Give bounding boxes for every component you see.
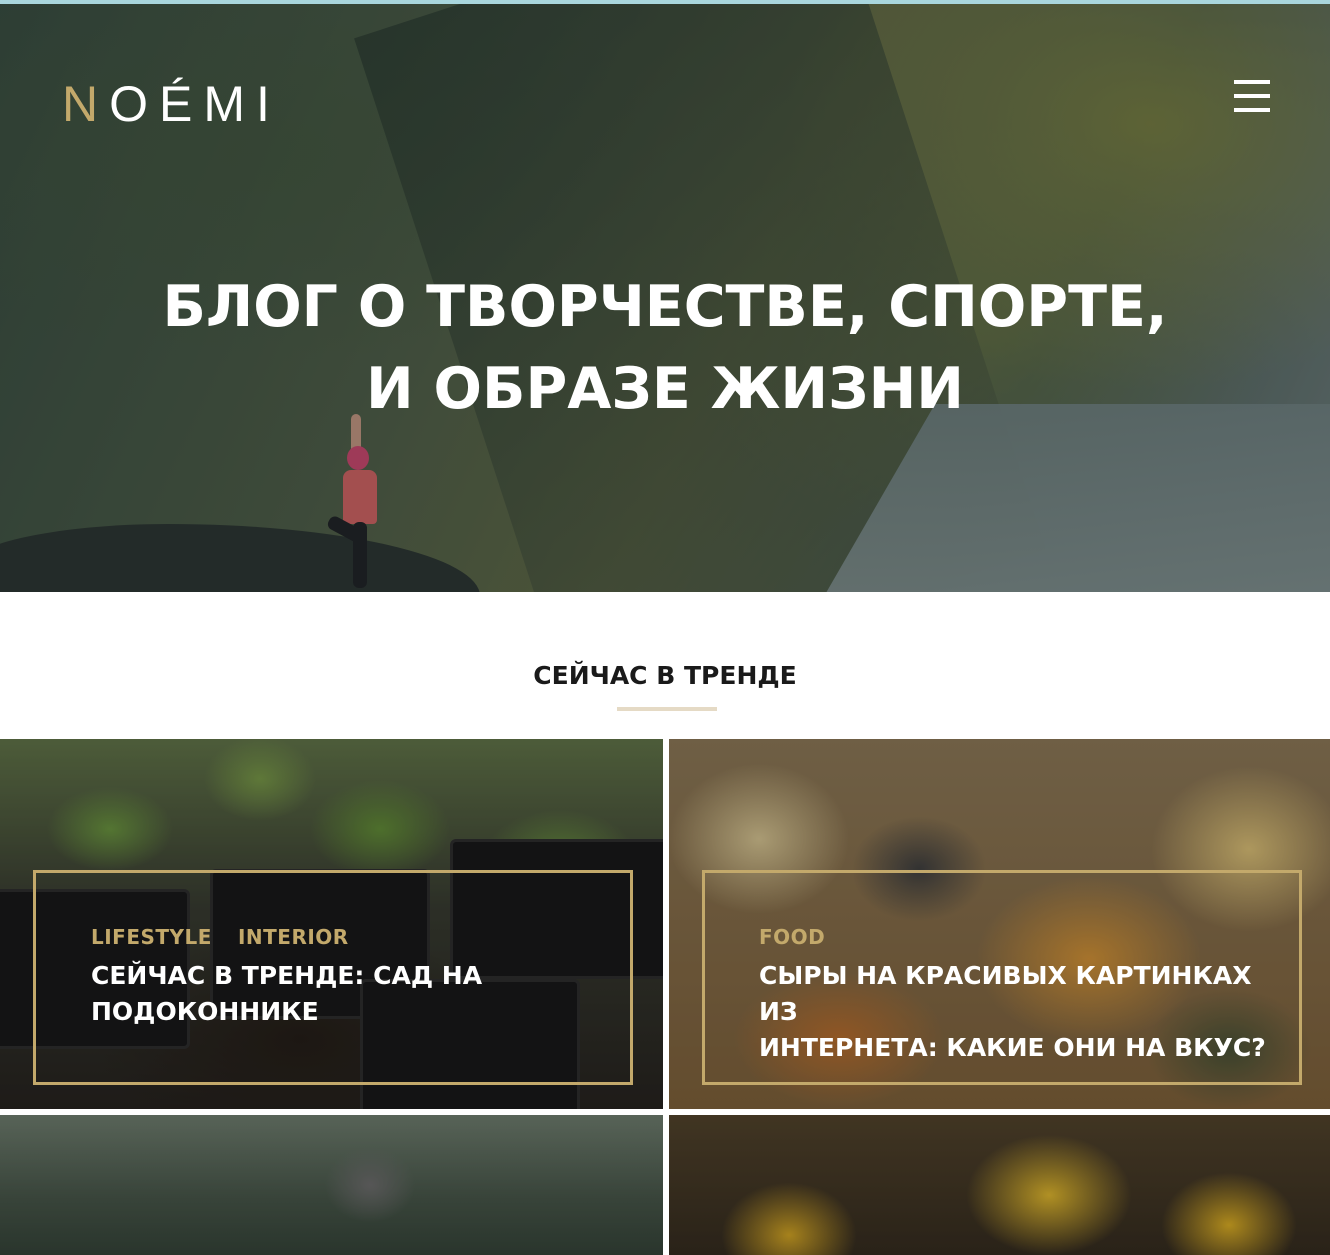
card-categories: FOOD [759, 925, 851, 949]
logo-first-letter: N [62, 76, 110, 132]
trending-section-title: СЕЙЧАС В ТРЕНДЕ [533, 661, 797, 690]
card-title-line-2: ПОДОКОННИКЕ [91, 997, 319, 1026]
card-title-line-1: СЕЙЧАС В ТРЕНДЕ: САД НА [91, 961, 483, 990]
trending-card-hiker[interactable] [0, 1115, 663, 1255]
hero-title: БЛОГ О ТВОРЧЕСТВЕ, СПОРТЕ, И ОБРАЗЕ ЖИЗН… [0, 266, 1330, 430]
card-categories: LIFESTYLE INTERIOR [91, 925, 375, 949]
site-logo[interactable]: NOÉMI [62, 74, 281, 134]
trending-card-lemons[interactable] [669, 1115, 1330, 1255]
category-link-lifestyle[interactable]: LIFESTYLE [91, 925, 212, 949]
category-link-interior[interactable]: INTERIOR [238, 925, 349, 949]
hero-title-line-1: БЛОГ О ТВОРЧЕСТВЕ, СПОРТЕ, [162, 274, 1168, 340]
card-title[interactable]: СЫРЫ НА КРАСИВЫХ КАРТИНКАХ ИЗ ИНТЕРНЕТА:… [759, 958, 1279, 1066]
category-link-food[interactable]: FOOD [759, 925, 825, 949]
hero-banner: NOÉMI БЛОГ О ТВОРЧЕСТВЕ, СПОРТЕ, И ОБРАЗ… [0, 4, 1330, 592]
card-image-shade [669, 1115, 1330, 1255]
card-title[interactable]: СЕЙЧАС В ТРЕНДЕ: САД НА ПОДОКОННИКЕ [91, 958, 591, 1030]
trending-card-garden[interactable]: LIFESTYLE INTERIOR СЕЙЧАС В ТРЕНДЕ: САД Н… [0, 739, 663, 1109]
hamburger-menu-icon[interactable] [1234, 80, 1270, 114]
card-title-line-1: СЫРЫ НА КРАСИВЫХ КАРТИНКАХ ИЗ [759, 961, 1252, 1026]
logo-rest: OÉMI [109, 76, 281, 132]
hero-title-line-2: И ОБРАЗЕ ЖИЗНИ [366, 356, 964, 422]
card-image-shade [0, 1115, 663, 1255]
card-title-line-2: ИНТЕРНЕТА: КАКИЕ ОНИ НА ВКУС? [759, 1033, 1266, 1062]
section-title-underline [617, 707, 717, 711]
trending-card-cheese[interactable]: FOOD СЫРЫ НА КРАСИВЫХ КАРТИНКАХ ИЗ ИНТЕР… [669, 739, 1330, 1109]
